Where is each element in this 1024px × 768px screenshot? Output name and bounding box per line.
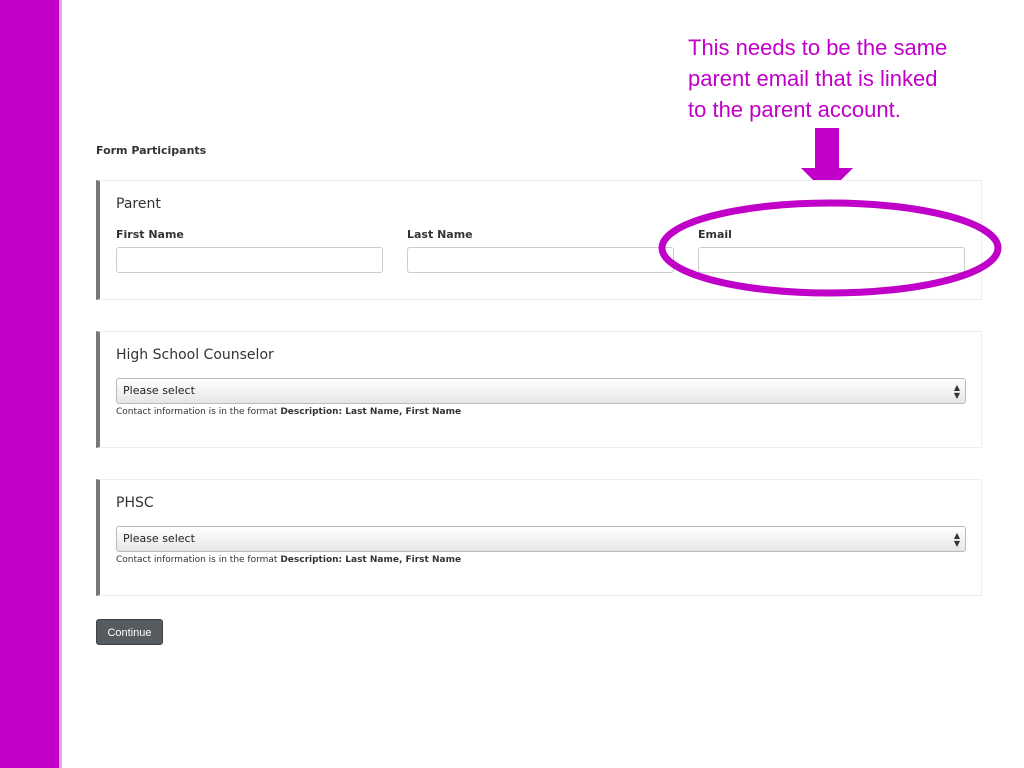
counselor-heading: High School Counselor bbox=[116, 347, 274, 363]
counselor-panel: High School Counselor Please select ▲ ▼ C… bbox=[96, 331, 982, 448]
phsc-select-value: Please select bbox=[123, 532, 195, 545]
annotation-line: This needs to be the same bbox=[688, 35, 948, 60]
counselor-select-value: Please select bbox=[123, 384, 195, 397]
annotation-line: to the parent account. bbox=[688, 97, 901, 122]
updown-chevron-icon: ▲ ▼ bbox=[953, 383, 960, 400]
decorative-side-bar bbox=[0, 0, 62, 768]
help-prefix: Contact information is in the format bbox=[116, 555, 281, 565]
parent-heading: Parent bbox=[116, 196, 161, 212]
updown-chevron-icon: ▲ ▼ bbox=[953, 531, 960, 548]
phsc-panel: PHSC Please select ▲ ▼ Contact informatio… bbox=[96, 479, 982, 596]
help-prefix: Contact information is in the format bbox=[116, 407, 281, 417]
phsc-help-text: Contact information is in the format Des… bbox=[116, 555, 461, 565]
annotation-note: This needs to be the same parent email t… bbox=[688, 32, 988, 125]
continue-button[interactable]: Continue bbox=[96, 619, 163, 645]
help-format: Description: Last Name, First Name bbox=[280, 555, 462, 565]
phsc-select[interactable]: Please select ▲ ▼ bbox=[116, 526, 966, 552]
highlight-ellipse-icon bbox=[658, 199, 1002, 297]
form-title: Form Participants bbox=[96, 144, 207, 157]
counselor-select[interactable]: Please select ▲ ▼ bbox=[116, 378, 966, 404]
annotation-line: parent email that is linked bbox=[688, 66, 938, 91]
counselor-help-text: Contact information is in the format Des… bbox=[116, 407, 461, 417]
first-name-field[interactable] bbox=[116, 247, 383, 273]
last-name-field[interactable] bbox=[407, 247, 674, 273]
last-name-label: Last Name bbox=[407, 228, 473, 241]
help-format: Description: Last Name, First Name bbox=[280, 407, 462, 417]
phsc-heading: PHSC bbox=[116, 495, 154, 511]
first-name-label: First Name bbox=[116, 228, 184, 241]
